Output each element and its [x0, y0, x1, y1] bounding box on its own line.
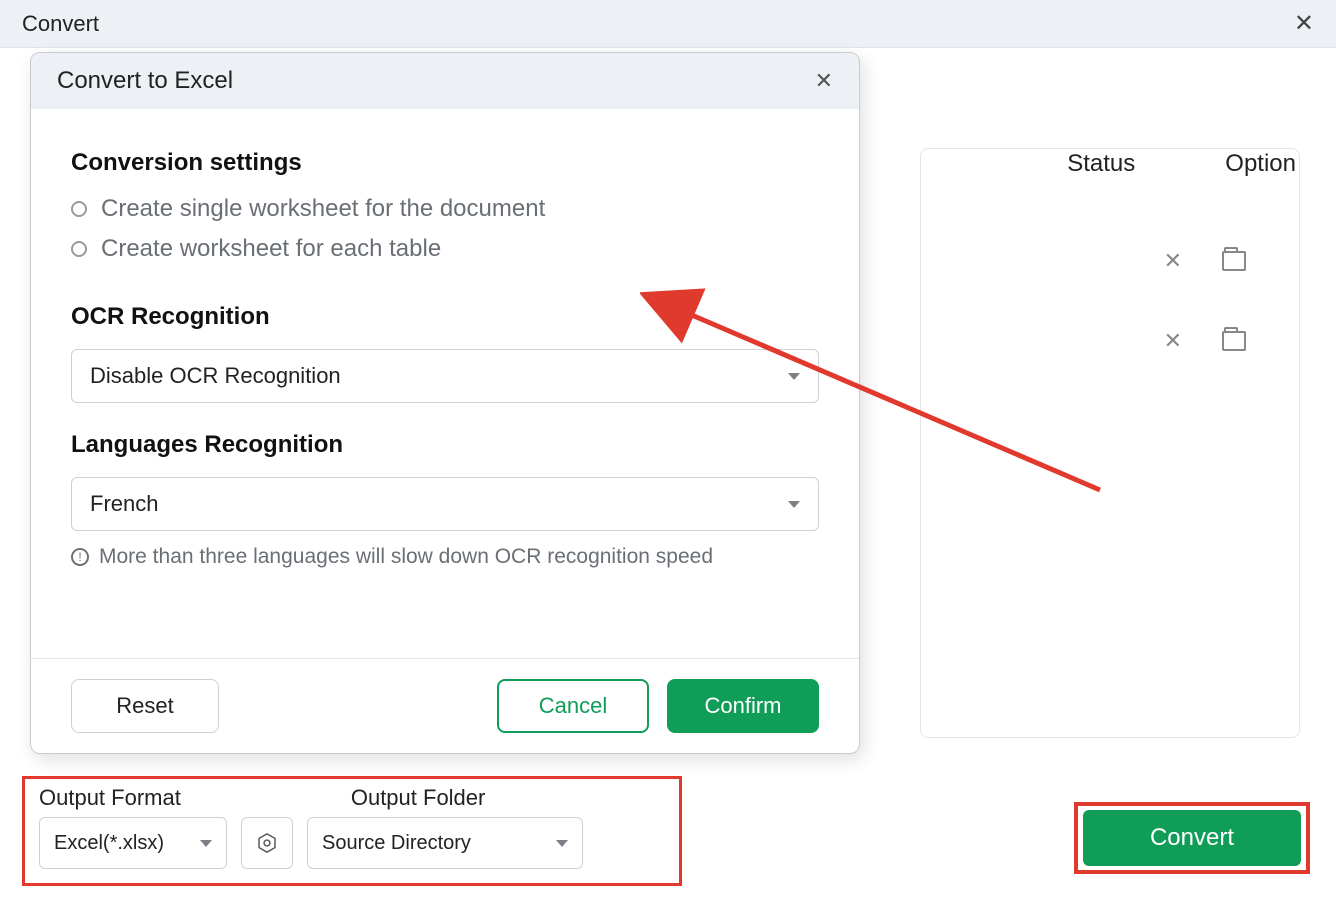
remove-file-icon[interactable]: ✕ — [1164, 328, 1182, 354]
dialog-footer: Reset Cancel Confirm — [31, 659, 859, 753]
file-list-headers: Status Option — [1067, 150, 1296, 178]
ocr-recognition-select[interactable]: Disable OCR Recognition — [71, 349, 819, 403]
file-row-actions: ✕ — [1164, 248, 1246, 274]
languages-recognition-heading: Languages Recognition — [71, 431, 819, 459]
radio-icon — [71, 241, 87, 257]
chevron-down-icon — [788, 373, 800, 380]
radio-worksheet-per-table[interactable]: Create worksheet for each table — [71, 235, 819, 263]
dialog-body: Conversion settings Create single worksh… — [31, 109, 859, 658]
chevron-down-icon — [556, 840, 568, 847]
chevron-down-icon — [788, 501, 800, 508]
radio-label: Create single worksheet for the document — [101, 195, 545, 223]
gear-icon — [256, 832, 278, 854]
radio-single-worksheet[interactable]: Create single worksheet for the document — [71, 195, 819, 223]
window-header: Convert ✕ — [0, 0, 1336, 48]
select-value: French — [90, 491, 158, 517]
reset-button[interactable]: Reset — [71, 679, 219, 733]
remove-file-icon[interactable]: ✕ — [1164, 248, 1182, 274]
output-folder-select[interactable]: Source Directory — [307, 817, 583, 869]
output-format-select[interactable]: Excel(*.xlsx) — [39, 817, 227, 869]
open-folder-icon[interactable] — [1222, 251, 1246, 271]
column-header-option: Option — [1225, 150, 1296, 178]
window-title: Convert — [22, 11, 99, 37]
info-icon: ! — [71, 548, 89, 566]
output-folder-label: Output Folder — [351, 785, 486, 811]
file-list-panel — [920, 148, 1300, 738]
chevron-down-icon — [200, 840, 212, 847]
convert-settings-dialog: Convert to Excel ✕ Conversion settings C… — [30, 52, 860, 754]
languages-hint: ! More than three languages will slow do… — [71, 545, 819, 569]
convert-button-highlight: Convert — [1074, 802, 1310, 874]
select-value: Source Directory — [322, 832, 471, 855]
column-header-status: Status — [1067, 150, 1135, 178]
output-format-label: Output Format — [39, 785, 181, 811]
convert-button[interactable]: Convert — [1083, 810, 1301, 866]
radio-icon — [71, 201, 87, 217]
dialog-header: Convert to Excel ✕ — [31, 53, 859, 109]
confirm-button[interactable]: Confirm — [667, 679, 819, 733]
languages-recognition-select[interactable]: French — [71, 477, 819, 531]
open-folder-icon[interactable] — [1222, 331, 1246, 351]
hint-text: More than three languages will slow down… — [99, 545, 713, 569]
radio-label: Create worksheet for each table — [101, 235, 441, 263]
conversion-settings-heading: Conversion settings — [71, 149, 819, 177]
dialog-close-icon[interactable]: ✕ — [815, 68, 833, 94]
select-value: Excel(*.xlsx) — [54, 832, 164, 855]
dialog-title: Convert to Excel — [57, 67, 233, 95]
file-row-actions: ✕ — [1164, 328, 1246, 354]
output-settings-highlight: Output Format Output Folder Excel(*.xlsx… — [22, 776, 682, 886]
cancel-button[interactable]: Cancel — [497, 679, 649, 733]
output-settings-button[interactable] — [241, 817, 293, 869]
ocr-recognition-heading: OCR Recognition — [71, 303, 819, 331]
select-value: Disable OCR Recognition — [90, 363, 341, 389]
window-close-icon[interactable]: ✕ — [1294, 12, 1314, 36]
